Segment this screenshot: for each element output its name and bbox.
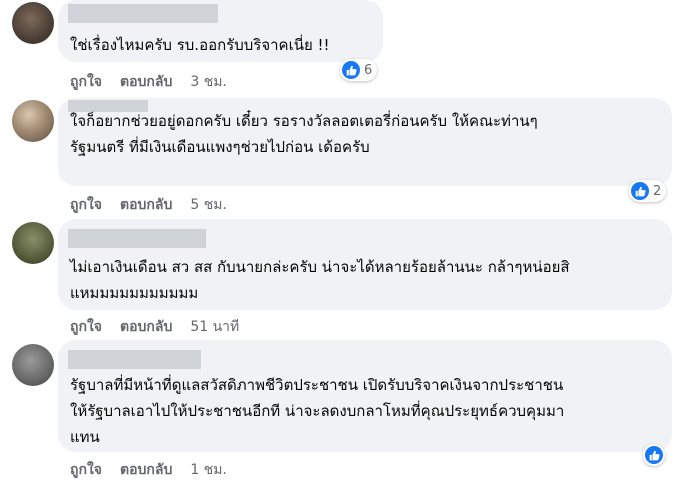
avatar[interactable] — [12, 344, 54, 386]
timestamp[interactable]: 51 นาที — [190, 316, 239, 338]
comment-actions: ถูกใจ ตอบกลับ 1 ชม. — [70, 459, 227, 481]
reply-button[interactable]: ตอบกลับ — [120, 194, 172, 216]
timestamp[interactable]: 1 ชม. — [190, 459, 227, 481]
comment-bubble: ไม่เอาเงินเดือน สว สส กับนายกล่ะครับ น่า… — [58, 219, 672, 310]
comment-actions: ถูกใจ ตอบกลับ 51 นาที — [70, 316, 239, 338]
avatar[interactable] — [12, 222, 54, 264]
like-button[interactable]: ถูกใจ — [70, 316, 102, 338]
like-icon — [342, 61, 360, 79]
reply-button[interactable]: ตอบกลับ — [120, 71, 172, 93]
like-button[interactable]: ถูกใจ — [70, 194, 102, 216]
avatar[interactable] — [12, 2, 54, 44]
comment-text: ใช่เรื่องไหมครับ รบ.ออกรับบริจาคเนี่ย !! — [70, 36, 330, 54]
like-icon — [631, 182, 649, 200]
commenter-name[interactable] — [68, 4, 218, 23]
reaction-count: 2 — [653, 183, 662, 199]
reply-button[interactable]: ตอบกลับ — [120, 316, 172, 338]
like-button[interactable]: ถูกใจ — [70, 71, 102, 93]
commenter-name[interactable] — [68, 350, 201, 369]
like-button[interactable]: ถูกใจ — [70, 459, 102, 481]
comment-bubble: ใจก็อยากช่วยอยู่ดอกครับ เดี๋ยว รอรางวัลล… — [58, 98, 672, 186]
timestamp[interactable]: 5 ชม. — [190, 194, 227, 216]
reaction-count-badge[interactable]: 2 — [629, 180, 667, 202]
reply-button[interactable]: ตอบกลับ — [120, 459, 172, 481]
reaction-count: 6 — [364, 62, 373, 78]
comment-text: ใจก็อยากช่วยอยู่ดอกครับ เดี๋ยว รอรางวัลล… — [70, 112, 538, 156]
timestamp[interactable]: 3 ชม. — [190, 71, 227, 93]
reaction-badge[interactable] — [643, 444, 665, 466]
comment-bubble: รัฐบาลที่มีหน้าที่ดูแลสวัสดิภาพชีวิตประช… — [58, 340, 672, 452]
like-icon — [645, 446, 663, 464]
comment-actions: ถูกใจ ตอบกลับ 5 ชม. — [70, 194, 227, 216]
reaction-count-badge[interactable]: 6 — [340, 59, 378, 81]
comment-text: รัฐบาลที่มีหน้าที่ดูแลสวัสดิภาพชีวิตประช… — [70, 376, 565, 446]
comment-bubble: ใช่เรื่องไหมครับ รบ.ออกรับบริจาคเนี่ย !! — [58, 0, 383, 62]
avatar[interactable] — [12, 100, 54, 142]
comment-text: ไม่เอาเงินเดือน สว สส กับนายกล่ะครับ น่า… — [70, 258, 570, 302]
commenter-name[interactable] — [68, 229, 206, 248]
comment-actions: ถูกใจ ตอบกลับ 3 ชม. — [70, 71, 227, 93]
